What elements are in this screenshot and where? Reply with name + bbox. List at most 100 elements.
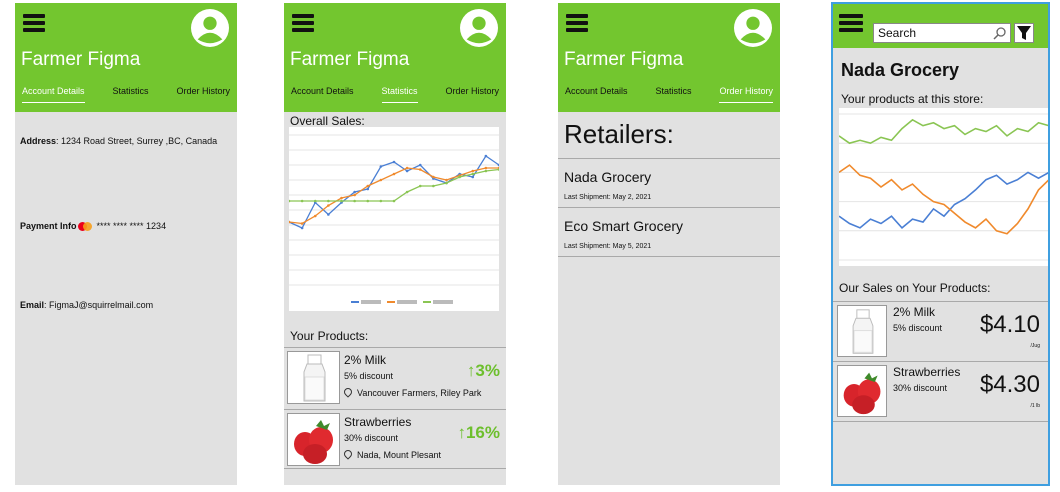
milk-bottle-icon <box>287 351 340 404</box>
tab-order-history[interactable]: Order History <box>445 86 499 96</box>
chart-point <box>353 193 356 197</box>
chart-point <box>405 190 409 194</box>
mastercard-icon <box>77 222 92 232</box>
strawberries-icon <box>287 413 340 466</box>
store-product-row[interactable]: Strawberries 30% discount $4.30 /1 lb <box>833 363 1048 419</box>
chart-point <box>445 181 448 185</box>
retailer-last-shipment: Last Shipment: May 2, 2021 <box>564 194 652 201</box>
your-products-label: Your Products: <box>290 329 369 343</box>
store-product-row[interactable]: 2% Milk 5% discount $4.10 /Jug <box>833 303 1048 359</box>
divider <box>284 409 506 410</box>
product-discount: 30% discount <box>893 383 948 393</box>
product-discount: 5% discount <box>344 371 394 381</box>
hamburger-menu-icon[interactable] <box>566 14 588 32</box>
app-title: Farmer Figma <box>564 49 684 70</box>
product-unit: /Jug <box>1030 343 1040 349</box>
chart-point <box>405 169 409 173</box>
tab-account-details[interactable]: Account Details <box>22 86 85 103</box>
address-label: Address <box>20 136 57 146</box>
tab-statistics[interactable]: Statistics <box>656 86 692 96</box>
divider <box>284 468 506 469</box>
store-products-chart <box>838 108 1048 266</box>
product-name: Strawberries <box>893 365 961 379</box>
retailer-row[interactable]: Nada Grocery Last Shipment: May 2, 2021 <box>558 159 780 207</box>
retailer-name: Eco Smart Grocery <box>564 218 684 234</box>
product-unit: /1 lb <box>1030 403 1040 409</box>
tab-statistics[interactable]: Statistics <box>113 86 149 96</box>
chart-point <box>327 204 330 207</box>
chart-point <box>340 196 343 200</box>
hamburger-menu-icon[interactable] <box>839 14 863 32</box>
filter-button[interactable] <box>1014 23 1034 43</box>
address-value: : 1234 Road Street, Surrey ,BC, Canada <box>56 136 218 146</box>
product-name: 2% Milk <box>344 353 387 367</box>
retailer-name: Nada Grocery <box>564 169 652 185</box>
chart-series-line <box>838 118 1048 145</box>
tab-statistics[interactable]: Statistics <box>381 86 418 103</box>
divider <box>558 256 780 257</box>
payment-value: **** **** **** 1234 <box>96 221 167 231</box>
product-discount: 30% discount <box>344 433 399 443</box>
chart-point <box>458 175 461 179</box>
store-header: Search <box>833 4 1048 48</box>
hamburger-menu-icon[interactable] <box>23 14 45 32</box>
chart-point <box>405 166 409 170</box>
chart-point <box>432 175 435 179</box>
chart-legend <box>351 300 453 304</box>
product-location: Vancouver Farmers, Riley Park <box>342 386 482 398</box>
chart-point <box>300 226 304 230</box>
chart-point <box>445 178 448 182</box>
tab-order-history[interactable]: Order History <box>719 86 773 103</box>
chart-point <box>300 199 304 203</box>
product-price: $4.30 <box>979 371 1040 398</box>
divider <box>833 361 1048 362</box>
chart-point <box>392 160 396 164</box>
chart-point <box>379 178 383 182</box>
chart-point <box>392 199 396 203</box>
chart-point <box>353 190 356 194</box>
search-input[interactable]: Search <box>873 23 1011 43</box>
divider <box>833 301 1048 302</box>
profile-avatar-icon[interactable] <box>191 9 229 47</box>
chart-point <box>471 169 475 173</box>
chart-point <box>418 163 422 167</box>
product-name: 2% Milk <box>893 305 936 319</box>
chart-point <box>379 199 383 203</box>
chart-point <box>418 168 422 171</box>
payment-label: Payment Info <box>20 221 77 231</box>
app-title: Farmer Figma <box>21 49 141 70</box>
chart-point <box>327 213 330 216</box>
location-pin-icon <box>342 448 354 460</box>
chart-point <box>392 172 396 176</box>
chart-point <box>353 199 356 203</box>
chart-point <box>313 199 317 203</box>
store-products-label: Your products at this store: <box>841 92 984 106</box>
location-pin-icon <box>342 386 354 398</box>
chart-point <box>366 199 370 203</box>
chart-point <box>313 214 317 218</box>
tab-account-details[interactable]: Account Details <box>291 86 354 96</box>
tab-account-details[interactable]: Account Details <box>565 86 628 96</box>
chart-point <box>379 165 383 168</box>
product-location-text: Vancouver Farmers, Riley Park <box>357 388 482 398</box>
tab-bar: Account Details Statistics Order History <box>558 86 780 103</box>
order-history-screen: Farmer Figma Account Details Statistics … <box>558 3 780 485</box>
tab-order-history[interactable]: Order History <box>176 86 230 96</box>
email-row: Email: FigmaJ@squirrelmail.com <box>20 300 153 310</box>
app-header: Farmer Figma Account Details Statistics … <box>558 3 780 112</box>
strawberries-icon <box>837 365 887 417</box>
product-row[interactable]: 2% Milk 5% discount Vancouver Farmers, R… <box>284 349 506 407</box>
search-icon[interactable] <box>993 26 1007 40</box>
store-products-chart-svg <box>838 113 1048 261</box>
email-value: : FigmaJ@squirrelmail.com <box>44 300 154 310</box>
tab-bar: Account Details Statistics Order History <box>15 86 237 103</box>
profile-avatar-icon[interactable] <box>460 9 498 47</box>
chart-point <box>366 187 370 191</box>
chart-point <box>432 184 435 188</box>
retailer-row[interactable]: Eco Smart Grocery Last Shipment: May 5, … <box>558 208 780 256</box>
product-row[interactable]: Strawberries 30% discount Nada, Mount Pl… <box>284 411 506 469</box>
hamburger-menu-icon[interactable] <box>292 14 314 32</box>
statistics-screen: Farmer Figma Account Details Statistics … <box>284 3 506 485</box>
app-header: Farmer Figma Account Details Statistics … <box>15 3 237 112</box>
profile-avatar-icon[interactable] <box>734 9 772 47</box>
